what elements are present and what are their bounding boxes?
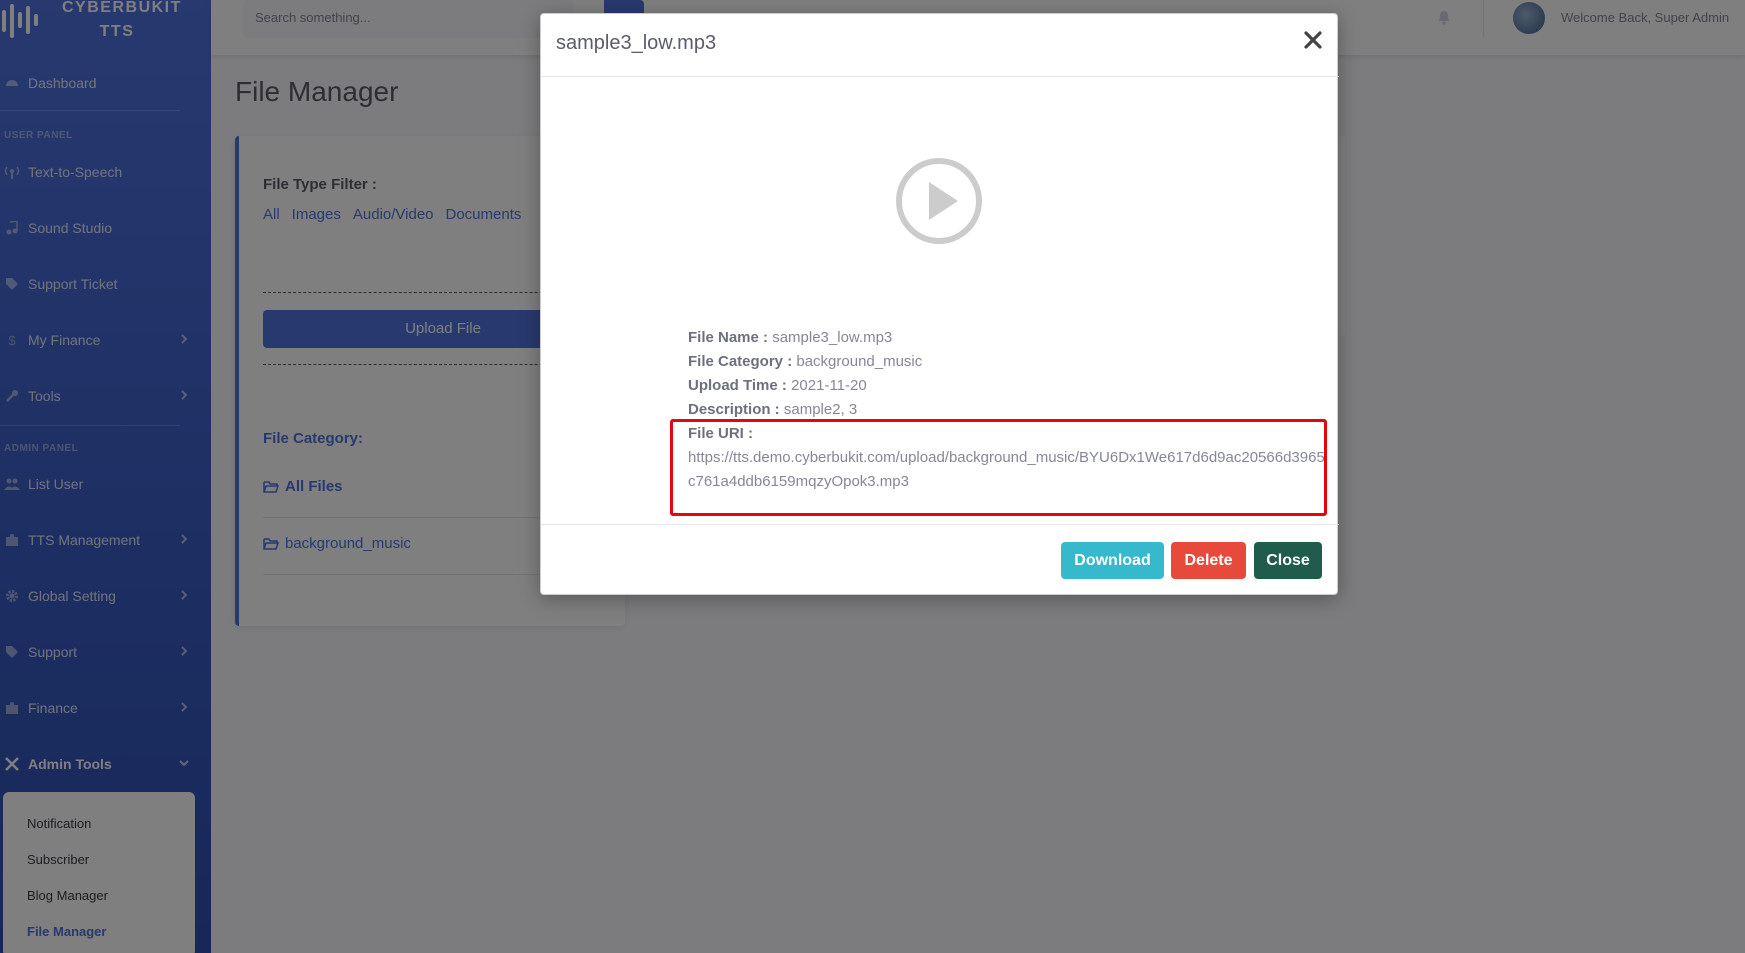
upload-time-value: 2021-11-20 xyxy=(791,377,867,394)
download-button[interactable]: Download xyxy=(1061,542,1164,579)
close-button[interactable]: Close xyxy=(1254,542,1322,579)
file-category-value: background_music xyxy=(796,353,923,370)
close-icon[interactable] xyxy=(1301,28,1325,52)
play-icon[interactable] xyxy=(894,156,984,246)
modal-footer: Download Delete Close xyxy=(541,524,1339,596)
file-name-value: sample3_low.mp3 xyxy=(772,329,893,346)
upload-time-label: Upload Time : xyxy=(688,377,787,394)
modal-title: sample3_low.mp3 xyxy=(556,32,717,54)
file-category-row: File Category : background_music xyxy=(688,350,1328,374)
description-value: sample2, 3 xyxy=(783,401,858,418)
modal-header: sample3_low.mp3 xyxy=(541,14,1339,77)
file-uri-highlight xyxy=(670,419,1327,516)
file-category-label: File Category : xyxy=(688,353,793,370)
description-label: Description : xyxy=(688,401,780,418)
upload-time-row: Upload Time : 2021-11-20 xyxy=(688,374,1328,398)
file-name-row: File Name : sample3_low.mp3 xyxy=(688,326,1328,350)
file-preview-modal: sample3_low.mp3 File Name : sample3_low.… xyxy=(540,13,1339,596)
delete-button[interactable]: Delete xyxy=(1171,542,1246,579)
file-name-label: File Name : xyxy=(688,329,769,346)
